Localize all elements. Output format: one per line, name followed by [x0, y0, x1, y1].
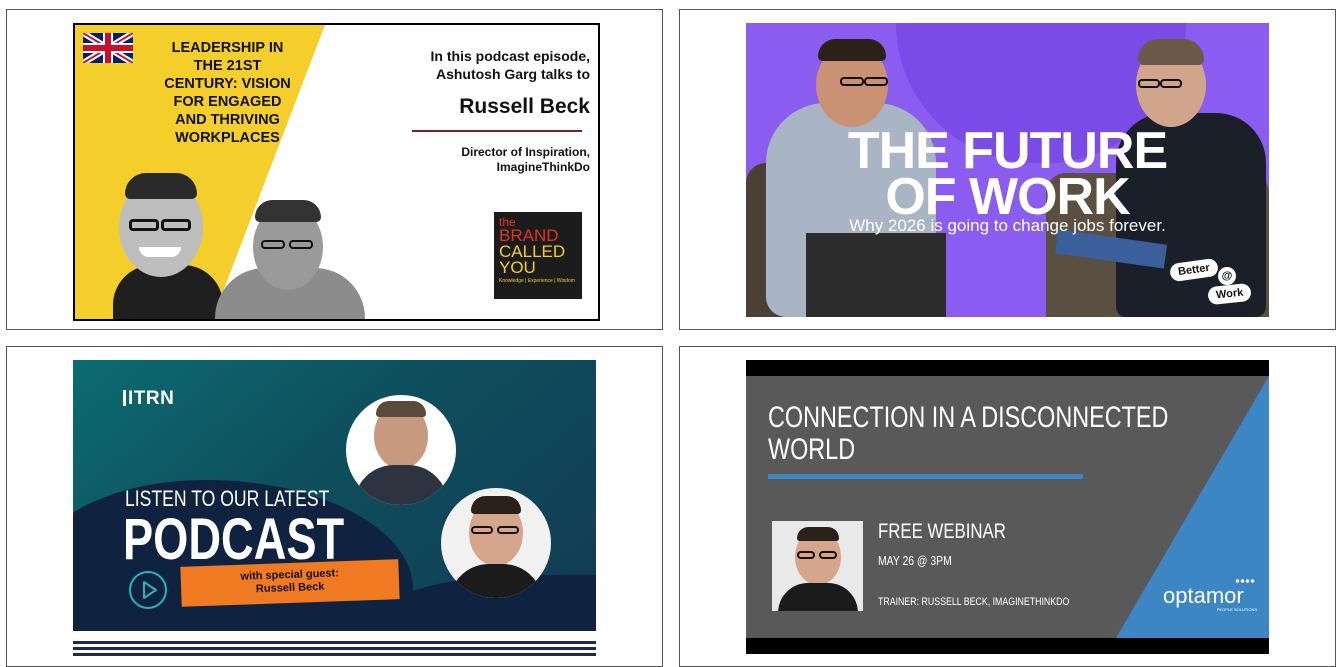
thumbnail-podcast[interactable]: ITRN LISTEN TO OUR LATEST PODCAST with s… [73, 360, 596, 631]
host-avatar [346, 395, 456, 505]
better-at-work-badge: Better @ Work [1168, 257, 1254, 306]
subtitle: Why 2026 is going to change jobs forever… [849, 216, 1166, 235]
divider [412, 130, 582, 132]
video-card-leadership[interactable]: LEADERSHIP IN THE 21ST CENTURY: VISION F… [6, 9, 663, 330]
episode-intro: In this podcast episode, Ashutosh Garg t… [430, 48, 590, 82]
stripe-divider [73, 647, 596, 650]
video-card-webinar[interactable]: CONNECTION IN A DISCONNECTED WORLD FREE … [679, 346, 1336, 667]
webinar-title: CONNECTION IN A DISCONNECTED WORLD [768, 401, 1169, 466]
guest-banner: with special guest: Russell Beck [180, 559, 400, 607]
video-card-podcast[interactable]: ITRN LISTEN TO OUR LATEST PODCAST with s… [6, 346, 663, 667]
trainer-credit: TRAINER: RUSSELL BECK, IMAGINETHINKDO [878, 596, 1070, 608]
guest-avatar [441, 488, 551, 598]
guest-photo [93, 173, 233, 319]
stripe-divider [73, 641, 596, 644]
uk-flag-icon [83, 33, 133, 63]
headline-line2: OF WORK [885, 168, 1130, 226]
thumbnail-future-of-work[interactable]: THE FUTURE OF WORK Why 2026 is going to … [746, 23, 1269, 317]
video-card-future-of-work[interactable]: THE FUTURE OF WORK Why 2026 is going to … [679, 9, 1336, 330]
episode-title: LEADERSHIP IN THE 21ST CENTURY: VISION F… [164, 40, 291, 146]
stripe-divider [73, 653, 596, 656]
thumbnail-webinar[interactable]: CONNECTION IN A DISCONNECTED WORLD FREE … [746, 360, 1269, 654]
guest-name: Russell Beck [459, 95, 590, 118]
brand-logo: ITRN [123, 388, 174, 410]
optamor-logo: optamor PEOPLE SOLUTIONS [1163, 579, 1263, 612]
event-title: FREE WEBINAR [878, 520, 1006, 543]
play-icon[interactable] [128, 570, 168, 610]
title-underline [768, 474, 1083, 479]
brand-called-you-logo: the BRAND CALLED YOU Knowledge | Experie… [494, 212, 582, 299]
trainer-photo [772, 521, 863, 611]
event-date: MAY 26 @ 3PM [878, 553, 952, 568]
thumbnail-leadership[interactable]: LEADERSHIP IN THE 21ST CENTURY: VISION F… [73, 23, 600, 321]
guest-role: Director of Inspiration, ImagineThinkDo [461, 145, 590, 174]
host-photo [215, 200, 365, 319]
podcast-headline: PODCAST [123, 507, 345, 572]
